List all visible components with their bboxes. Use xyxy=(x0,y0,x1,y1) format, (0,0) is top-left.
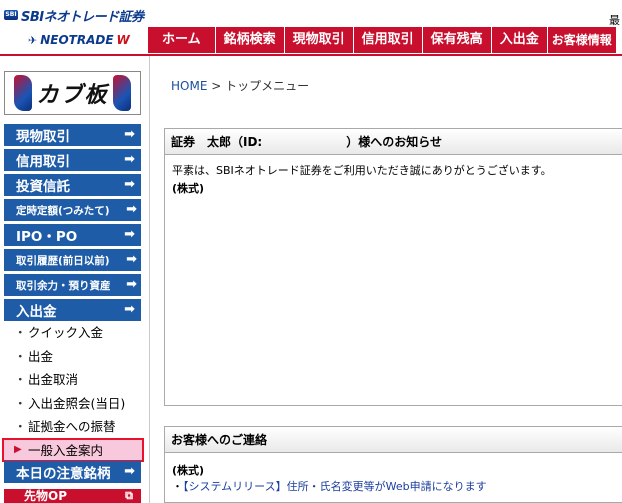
arrow-right-icon: ➡ xyxy=(124,464,135,479)
arrow-right-icon: ➡ xyxy=(124,302,135,317)
sidebar-item-ipo-po[interactable]: IPO・PO ➡ xyxy=(4,224,141,246)
sidebar-item-label: IPO・PO xyxy=(16,229,78,245)
bullet: ・ xyxy=(14,348,27,364)
nav-customer-info[interactable]: お客様情報 xyxy=(547,27,617,53)
submenu-item-withdraw-cancel[interactable]: ・ 出金取消 xyxy=(4,367,149,391)
submenu-item-deposit-inquiry[interactable]: ・ 入出金照会(当日) xyxy=(4,391,149,415)
contact-panel: お客様へのご連絡 (株式) ・【システムリリース】住所・氏名変更等がWeb申請に… xyxy=(164,426,622,503)
arrow-right-icon: ➡ xyxy=(124,127,135,142)
nav-deposit-withdraw[interactable]: 入出金 xyxy=(491,27,548,53)
dragon-icon xyxy=(112,75,131,111)
breadcrumb-home-link[interactable]: HOME xyxy=(171,79,207,93)
nav-cash-trading[interactable]: 現物取引 xyxy=(284,27,354,53)
sidebar-item-investment-trust[interactable]: 投資信託 ➡ xyxy=(4,174,141,196)
notice-text: 平素は、SBIネオトレード証券をご利用いただき誠にありがとうございます。 xyxy=(172,164,552,177)
arrow-right-icon: ➡ xyxy=(126,202,137,217)
sidebar-menu: 現物取引 ➡ 信用取引 ➡ 投資信託 ➡ 定時定額(つみたて) ➡ IPO・PO… xyxy=(4,124,141,324)
bullet: ・ xyxy=(172,480,183,493)
sidebar-item-label: 先物OP xyxy=(24,489,67,503)
caret-right-icon: ▶ xyxy=(14,444,22,455)
submenu-item-label: 一般入金案内 xyxy=(28,443,104,458)
neotrade-logo[interactable]: ✈ NEOTRADE W xyxy=(28,33,130,47)
sidebar-item-buying-power[interactable]: 取引余力・預り資産 ➡ xyxy=(4,274,141,296)
sidebar: カブ板 現物取引 ➡ 信用取引 ➡ 投資信託 ➡ 定時定額(つみたて) ➡ IP… xyxy=(0,56,150,503)
contact-link-row: ・【システムリリース】住所・氏名変更等がWeb申請になります xyxy=(172,479,615,495)
breadcrumb-separator: > xyxy=(207,79,226,93)
sidebar-item-label: 定時定額(つみたて) xyxy=(16,204,110,217)
deposit-submenu: ・ クイック入金 ・ 出金 ・ 出金取消 ・ 入出金照会(当日) ・ 証拠金への… xyxy=(2,320,149,462)
notice-body: 平素は、SBIネオトレード証券をご利用いただき誠にありがとうございます。 (株式… xyxy=(165,155,622,205)
brand-title: SBIネオトレード証券 xyxy=(21,9,144,25)
arrow-right-icon: ➡ xyxy=(124,152,135,167)
bullet: ・ xyxy=(14,372,27,388)
notice-title: 証券 太郎（ID: ）様へのお知らせ xyxy=(165,129,622,155)
nav-holdings[interactable]: 保有残高 xyxy=(422,27,492,53)
notice-panel: 証券 太郎（ID: ）様へのお知らせ 平素は、SBIネオトレード証券をご利用いた… xyxy=(164,128,622,406)
sidebar-item-label: 現物取引 xyxy=(16,129,70,145)
kabuita-text: カブ板 xyxy=(36,82,109,108)
submenu-item-label: 出金取消 xyxy=(28,372,79,388)
external-window-icon: ⧉ xyxy=(125,489,133,502)
breadcrumb-current: トップメニュー xyxy=(225,79,310,93)
sidebar-item-trade-history[interactable]: 取引履歴(前日以前) ➡ xyxy=(4,249,141,271)
sidebar-item-cash-trading[interactable]: 現物取引 ➡ xyxy=(4,124,141,146)
submenu-item-margin-transfer[interactable]: ・ 証拠金への振替 xyxy=(4,414,149,438)
neotrade-text: NEOTRADE xyxy=(40,33,114,47)
bullet: ・ xyxy=(14,419,27,435)
sidebar-item-label: 投資信託 xyxy=(16,179,70,195)
sidebar-item-label: 入出金 xyxy=(16,304,57,320)
arrow-right-icon: ➡ xyxy=(126,277,137,292)
sidebar-item-label: 信用取引 xyxy=(16,154,70,170)
global-nav: ホーム 銘柄検索 現物取引 信用取引 保有残高 入出金 お客様情報 xyxy=(148,27,617,53)
header: SBI SBIネオトレード証券 ✈ NEOTRADE W 最 ホーム 銘柄検索 現… xyxy=(0,0,622,55)
submenu-item-label: 証拠金への振替 xyxy=(28,419,116,435)
sidebar-item-periodic-investment[interactable]: 定時定額(つみたて) ➡ xyxy=(4,199,141,221)
contact-body: (株式) ・【システムリリース】住所・氏名変更等がWeb申請になります xyxy=(165,453,622,503)
sbi-logo[interactable]: SBI SBIネオトレード証券 xyxy=(4,6,144,25)
bullet: ・ xyxy=(14,325,27,341)
arrow-right-icon: ➡ xyxy=(124,177,135,192)
nav-home[interactable]: ホーム xyxy=(148,27,216,53)
arrow-right-icon: ➡ xyxy=(124,227,135,242)
contact-title: お客様へのご連絡 xyxy=(165,427,622,453)
submenu-item-label: 入出金照会(当日) xyxy=(28,395,126,411)
header-corner-text: 最 xyxy=(609,14,620,27)
sbi-mark-icon: SBI xyxy=(4,10,18,20)
submenu-item-label: クイック入金 xyxy=(28,325,104,341)
submenu-item-quick-deposit[interactable]: ・ クイック入金 xyxy=(4,320,149,344)
submenu-item-general-deposit-guide[interactable]: ▶ 一般入金案内 xyxy=(2,437,144,462)
notice-category: (株式) xyxy=(172,182,205,195)
sidebar-item-attention-stocks[interactable]: 本日の注意銘柄 ➡ xyxy=(4,461,141,483)
breadcrumb: HOME > トップメニュー xyxy=(171,77,309,94)
system-release-link[interactable]: 【システムリリース】住所・氏名変更等がWeb申請になります xyxy=(183,480,487,493)
arrow-right-icon: ➡ xyxy=(126,252,137,267)
submenu-item-label: 出金 xyxy=(28,348,54,364)
neotrade-arrow-icon: ✈ xyxy=(28,33,38,47)
sidebar-item-deposit-withdraw[interactable]: 入出金 ➡ xyxy=(4,299,141,321)
main-content: HOME > トップメニュー 証券 太郎（ID: ）様へのお知らせ 平素は、SB… xyxy=(151,56,622,503)
contact-category: (株式) xyxy=(172,464,205,477)
sidebar-item-margin-trading[interactable]: 信用取引 ➡ xyxy=(4,149,141,171)
kabuita-banner[interactable]: カブ板 xyxy=(4,71,141,115)
sidebar-item-label: 本日の注意銘柄 xyxy=(16,466,111,482)
dragon-icon xyxy=(14,75,33,111)
sidebar-item-futures-op[interactable]: 先物OP ⧉ xyxy=(4,489,141,503)
nav-stock-search[interactable]: 銘柄検索 xyxy=(215,27,285,53)
nav-margin-trading[interactable]: 信用取引 xyxy=(353,27,423,53)
neotrade-w: W xyxy=(116,33,130,47)
bullet: ・ xyxy=(14,395,27,411)
sidebar-item-label: 取引余力・預り資産 xyxy=(16,279,111,292)
submenu-item-withdraw[interactable]: ・ 出金 xyxy=(4,344,149,368)
sidebar-item-label: 取引履歴(前日以前) xyxy=(16,254,110,267)
